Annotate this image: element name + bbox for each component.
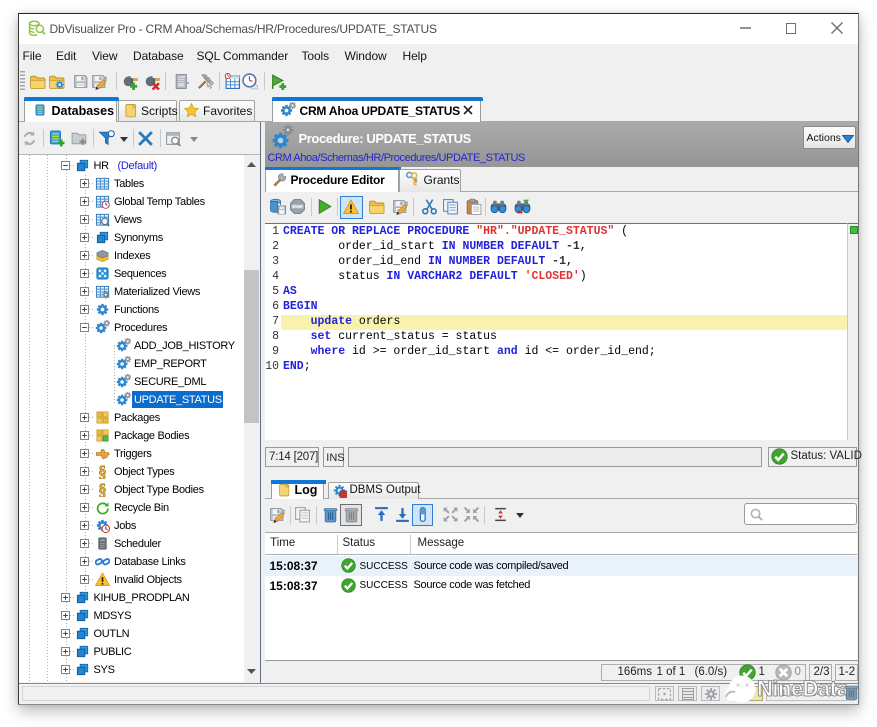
- svg-text:NineData: NineData: [757, 676, 850, 701]
